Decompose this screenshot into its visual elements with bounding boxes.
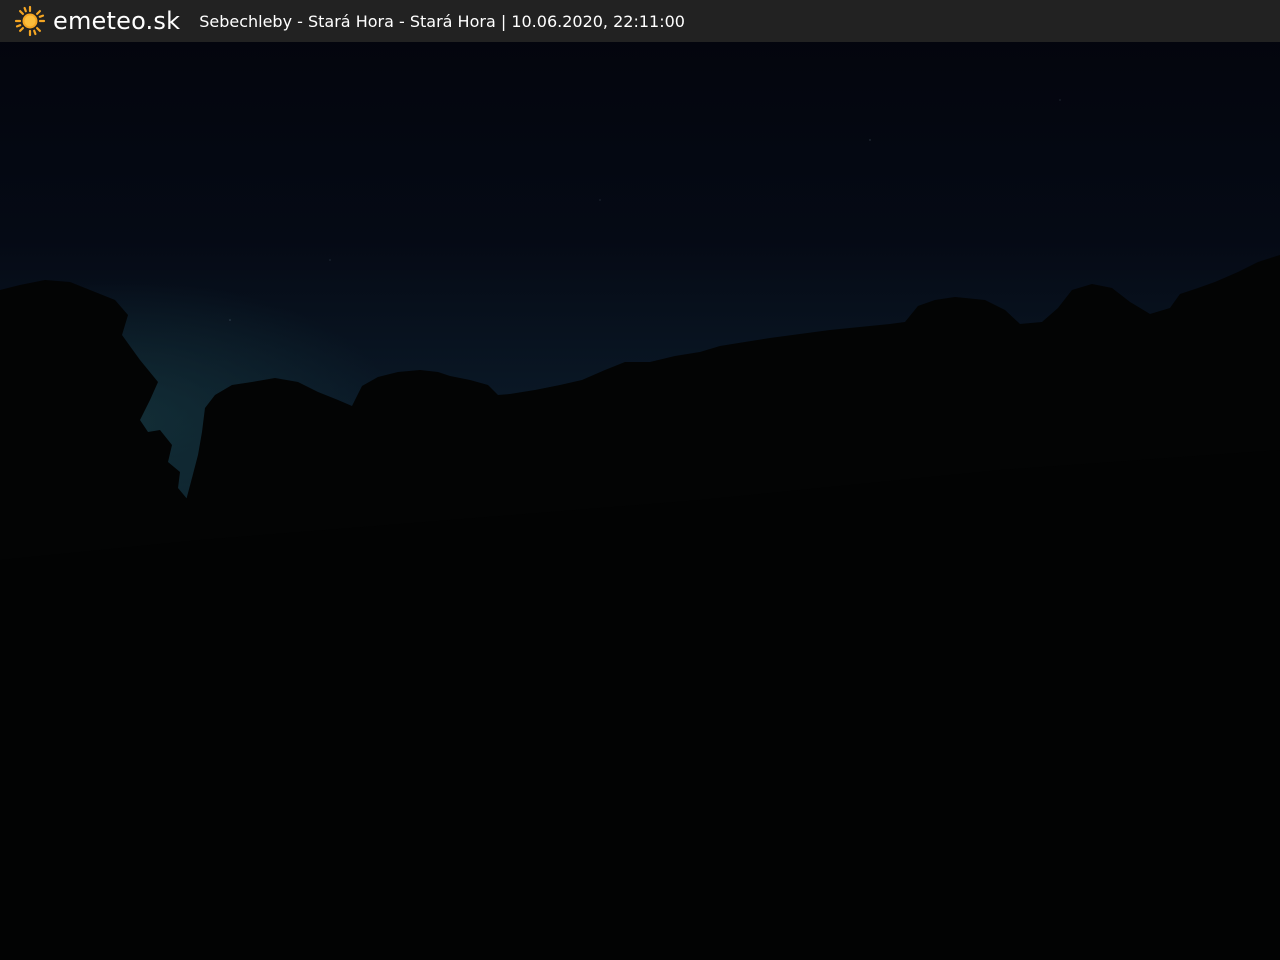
sun-icon bbox=[14, 5, 46, 37]
brand-name: emeteo.sk bbox=[53, 7, 181, 35]
timestamp: 10.06.2020, 22:11:00 bbox=[511, 11, 685, 31]
webcam-caption: Sebechleby - Stará Hora - Stará Hora | 1… bbox=[199, 12, 685, 31]
location-name: Sebechleby - Stará Hora - Stará Hora bbox=[199, 11, 496, 31]
emeteo-logo[interactable]: emeteo.sk bbox=[14, 0, 180, 42]
header-bar: emeteo.sk Sebechleby - Stará Hora - Star… bbox=[0, 0, 1280, 42]
caption-separator: | bbox=[495, 11, 512, 31]
webcam-page: emeteo.sk Sebechleby - Stará Hora - Star… bbox=[0, 0, 1280, 960]
webcam-image bbox=[0, 0, 1280, 960]
